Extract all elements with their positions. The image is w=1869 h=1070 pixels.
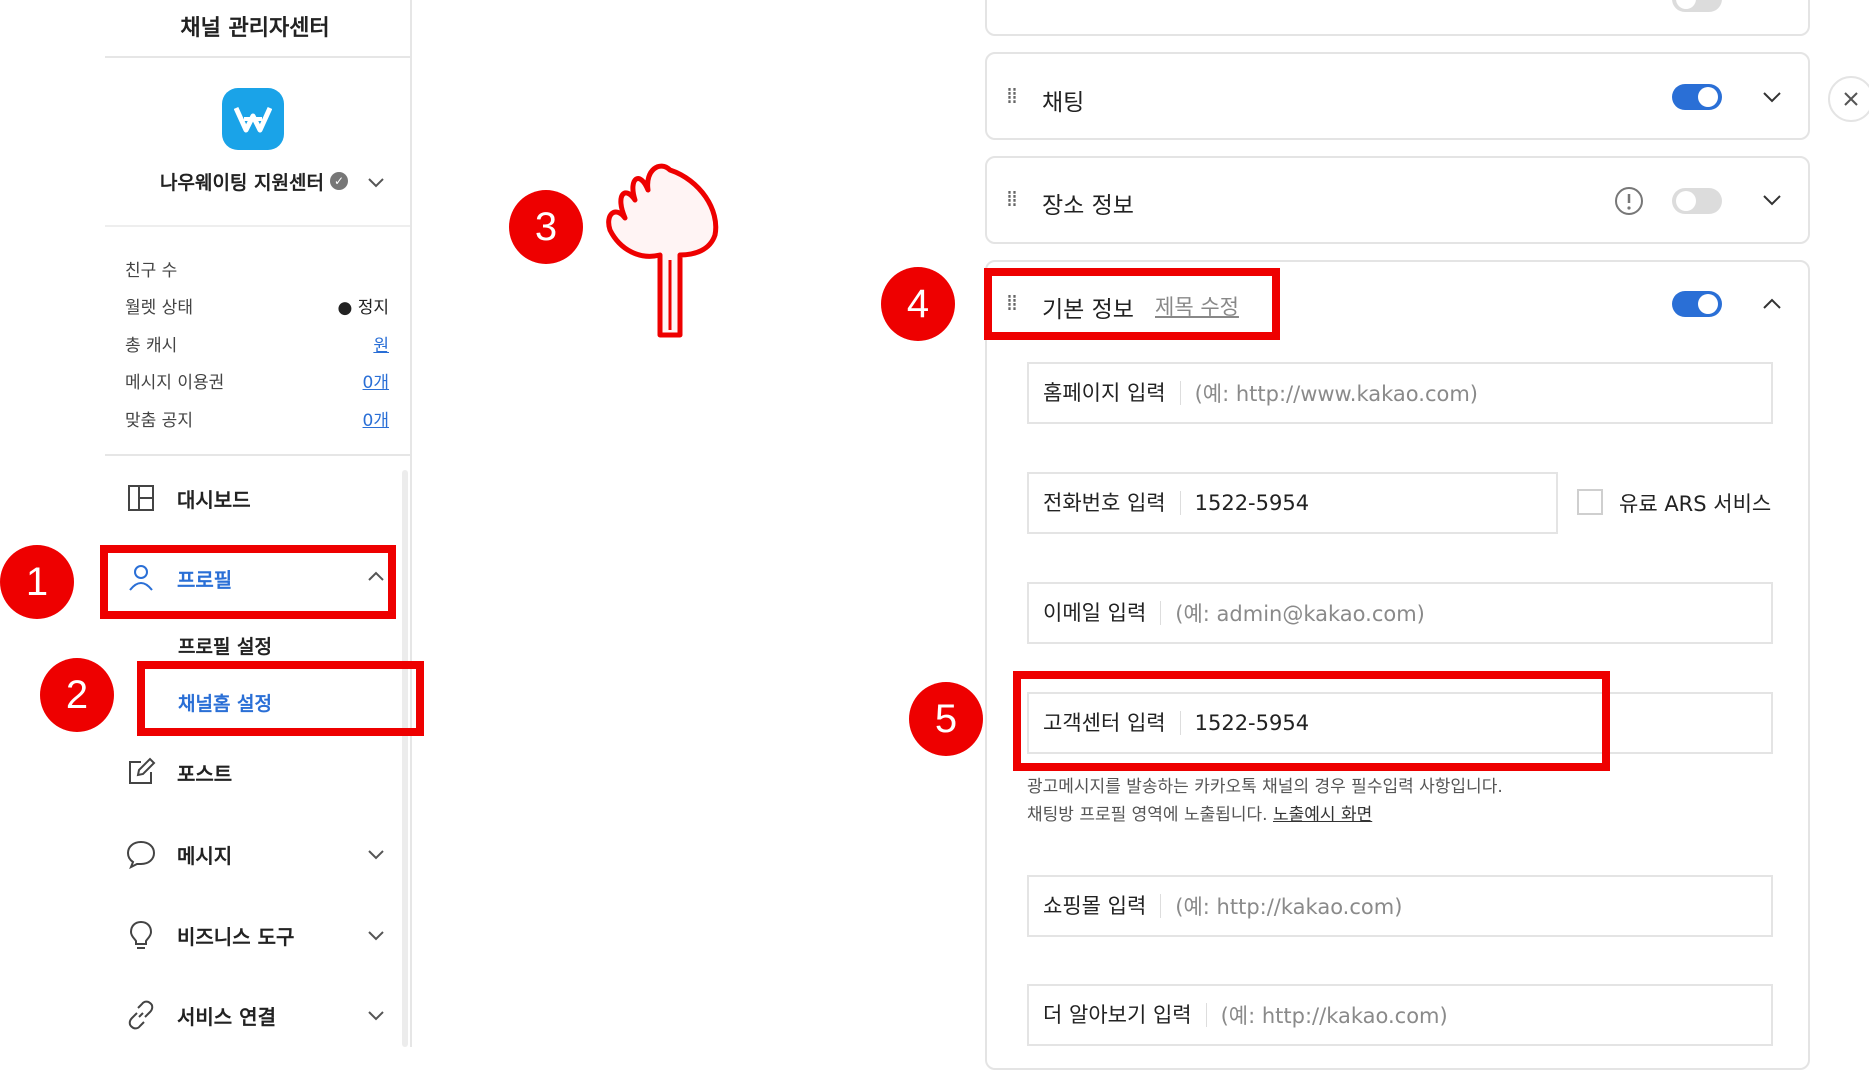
chevron-down-icon[interactable] <box>365 924 387 946</box>
phone-value: 1522-5954 <box>1194 491 1310 515</box>
nav-post[interactable]: 포스트 <box>125 752 232 792</box>
verified-icon: ✓ <box>330 172 348 190</box>
step-badge-4: 4 <box>881 267 955 341</box>
card-title-place-info: 장소 정보 <box>1042 193 1134 219</box>
stat-value-cash[interactable]: 원 <box>373 331 389 356</box>
chevron-down-icon[interactable] <box>1761 86 1783 108</box>
app-title: 채널 관리자센터 <box>180 16 330 41</box>
step-badge-5: 5 <box>909 682 983 756</box>
homepage-label: 홈페이지 입력 <box>1029 381 1181 405</box>
chevron-up-icon[interactable] <box>1761 293 1783 315</box>
nav-business-tools-label: 비즈니스 도구 <box>177 924 295 949</box>
info-alert-icon[interactable] <box>1614 186 1644 216</box>
learn-more-label: 더 알아보기 입력 <box>1029 1003 1207 1027</box>
nav-message-label: 메시지 <box>177 843 233 868</box>
nav-business-tools[interactable]: 비즈니스 도구 <box>125 915 294 955</box>
learn-more-field[interactable]: 더 알아보기 입력 (예: http://kakao.com) <box>1027 984 1773 1046</box>
cs-help-text-2: 채팅방 프로필 영역에 노출됩니다. 노출예시 화면 <box>1027 800 1372 825</box>
divider <box>105 454 410 456</box>
link-icon <box>128 1000 154 1030</box>
paid-ars-label: 유료 ARS 서비스 <box>1619 492 1772 516</box>
stat-label-cash: 총 캐시 <box>125 336 178 356</box>
phone-label: 전화번호 입력 <box>1029 491 1181 515</box>
divider <box>105 225 410 227</box>
step-badge-1: 1 <box>0 545 74 619</box>
drag-handle-icon[interactable]: ⁞⁞ <box>1006 187 1018 212</box>
toggle-place-info[interactable] <box>1672 188 1722 214</box>
nav-service-link[interactable]: 서비스 연결 <box>125 995 276 1035</box>
lightbulb-icon <box>129 920 153 949</box>
homepage-field[interactable]: 홈페이지 입력 (예: http://www.kakao.com) <box>1027 362 1773 424</box>
nav-message[interactable]: 메시지 <box>125 834 232 874</box>
nav-profile-settings[interactable]: 프로필 설정 <box>178 632 272 659</box>
sidebar <box>0 0 410 1047</box>
close-button[interactable] <box>1828 76 1869 122</box>
stat-value-wallet: ● 정지 <box>337 298 389 318</box>
step-badge-2: 2 <box>40 658 114 732</box>
toggle-chatting[interactable] <box>1672 84 1722 110</box>
learn-more-placeholder: (예: http://kakao.com) <box>1220 1004 1448 1028</box>
nav-post-label: 포스트 <box>177 761 233 786</box>
highlight-box-basic-info-title <box>984 268 1280 340</box>
highlight-box-profile <box>100 545 396 619</box>
divider <box>105 56 410 58</box>
exposure-example-link[interactable]: 노출예시 화면 <box>1273 805 1372 825</box>
edit-icon <box>129 757 156 784</box>
dashboard-icon <box>128 485 154 511</box>
nav-dashboard[interactable]: 대시보드 <box>125 478 251 518</box>
stat-label-friends: 친구 수 <box>125 261 178 281</box>
chevron-down-icon[interactable] <box>365 843 387 865</box>
stat-label-custom-notice: 맞춤 공지 <box>125 411 193 431</box>
chat-bubble-icon <box>126 840 156 870</box>
logo-icon <box>234 106 272 133</box>
chevron-down-icon[interactable] <box>365 1004 387 1026</box>
cs-help-text-1: 광고메시지를 발송하는 카카오톡 채널의 경우 필수입력 사항입니다. <box>1027 777 1503 797</box>
shopping-mall-placeholder: (예: http://kakao.com) <box>1175 895 1403 919</box>
email-field[interactable]: 이메일 입력 (예: admin@kakao.com) <box>1027 582 1773 644</box>
chevron-down-icon[interactable] <box>1761 189 1783 211</box>
nav-service-link-label: 서비스 연결 <box>177 1004 276 1029</box>
toggle-basic-info[interactable] <box>1672 291 1722 317</box>
close-icon <box>1844 92 1858 106</box>
email-placeholder: (예: admin@kakao.com) <box>1175 602 1425 626</box>
sidebar-scrollbar[interactable] <box>402 470 408 1047</box>
highlight-box-cs-center <box>1013 671 1610 771</box>
shopping-mall-field[interactable]: 쇼핑몰 입력 (예: http://kakao.com) <box>1027 875 1773 937</box>
card-title-chatting: 채팅 <box>1042 90 1085 116</box>
stat-label-wallet: 월렛 상태 <box>125 298 193 318</box>
nav-dashboard-label: 대시보드 <box>177 487 251 512</box>
email-label: 이메일 입력 <box>1029 601 1162 625</box>
highlight-box-channel-home <box>137 661 424 736</box>
shopping-mall-label: 쇼핑몰 입력 <box>1029 894 1162 918</box>
stat-value-custom-notice[interactable]: 0개 <box>363 406 389 431</box>
drag-handle-icon[interactable]: ⁞⁞ <box>1006 84 1018 109</box>
sidebar-divider <box>410 0 412 1047</box>
toggle-top-partial[interactable] <box>1672 0 1722 12</box>
channel-logo <box>222 88 284 150</box>
channel-name: 나우웨이팅 지원센터 <box>160 172 324 194</box>
cs-help-text-2-body: 채팅방 프로필 영역에 노출됩니다. <box>1027 805 1268 825</box>
paid-ars-checkbox[interactable] <box>1577 489 1603 515</box>
stat-label-message-pass: 메시지 이용권 <box>125 373 225 393</box>
pointing-hand-icon <box>606 163 719 338</box>
channel-switch-chevron-down-icon[interactable] <box>365 171 387 193</box>
homepage-placeholder: (예: http://www.kakao.com) <box>1194 382 1478 406</box>
step-badge-3: 3 <box>509 190 583 264</box>
phone-field[interactable]: 전화번호 입력 1522-5954 <box>1027 472 1558 534</box>
stat-value-message-pass[interactable]: 0개 <box>363 368 389 393</box>
